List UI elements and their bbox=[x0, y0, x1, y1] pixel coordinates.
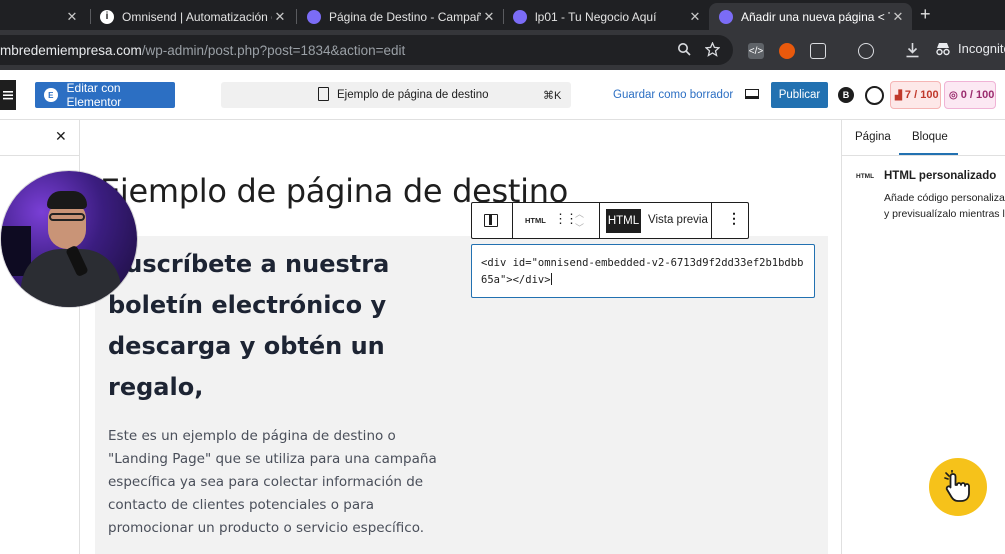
browser-tab-pagina-destino[interactable]: Página de Destino - Campaña ✕ bbox=[307, 3, 497, 30]
bookmark-star-icon[interactable] bbox=[705, 42, 720, 57]
tab-close-icon[interactable]: ✕ bbox=[272, 9, 288, 25]
zoom-icon[interactable] bbox=[677, 42, 691, 56]
tab-close-icon[interactable]: ✕ bbox=[481, 9, 497, 25]
save-draft-button[interactable]: Guardar como borrador bbox=[613, 89, 733, 101]
block-toolbar: HTML ⋮⋮ ︿ ﹀ HTML Vista previa ⋮ bbox=[471, 202, 749, 239]
editor-canvas: Ejemplo de página de destino Suscríbete … bbox=[81, 120, 841, 554]
download-icon[interactable] bbox=[905, 42, 920, 58]
html-block-icon: HTML bbox=[856, 173, 875, 180]
omnisend-plugin-icon[interactable] bbox=[865, 86, 884, 105]
editor-header: E Editar con Elementor Ejemplo de página… bbox=[0, 70, 1005, 120]
browser-tab-strip: ✕ i Omnisend | Automatización d ✕ Página… bbox=[0, 0, 1005, 30]
browser-tab-omnisend[interactable]: i Omnisend | Automatización d ✕ bbox=[100, 3, 288, 30]
editor-menu-button[interactable] bbox=[0, 80, 16, 110]
heading-block[interactable]: Suscríbete a nuestra boletín electrónico… bbox=[108, 244, 428, 408]
readability-score-button[interactable]: ◎ 0 / 100 bbox=[944, 81, 996, 109]
html-block-icon[interactable]: HTML bbox=[525, 216, 546, 225]
html-code-editor[interactable]: <div id="omnisend-embedded-v2-6713d9f2dd… bbox=[471, 244, 815, 298]
wordpress-favicon-icon bbox=[513, 9, 527, 24]
more-options-icon[interactable]: ⋮ bbox=[727, 210, 741, 227]
drag-handle-icon[interactable]: ⋮⋮ bbox=[554, 211, 578, 227]
hamburger-icon bbox=[3, 91, 13, 100]
command-shortcut: ⌘K bbox=[543, 90, 562, 102]
seo-score-button[interactable]: ▟ 7 / 100 bbox=[890, 81, 941, 109]
browser-tab-active[interactable]: Añadir una nueva página < Tu ✕ bbox=[709, 3, 912, 30]
close-panel-icon[interactable]: ✕ bbox=[55, 128, 67, 145]
document-title: Ejemplo de página de destino bbox=[337, 89, 489, 101]
browser-tab-lp01[interactable]: lp01 - Tu Negocio Aquí ✕ bbox=[513, 3, 703, 30]
sidebar-divider bbox=[842, 155, 1005, 156]
sidebar-tab-page[interactable]: Página bbox=[855, 131, 891, 143]
browser-tab-0[interactable]: ✕ bbox=[0, 3, 80, 30]
select-parent-icon[interactable] bbox=[484, 214, 498, 227]
url-text: mbredemiempresa.com/wp-admin/post.php?po… bbox=[0, 42, 406, 58]
sidebar-tab-block[interactable]: Bloque bbox=[912, 131, 948, 143]
toolbar-separator bbox=[711, 203, 712, 238]
incognito-icon bbox=[936, 42, 950, 55]
document-bar[interactable]: Ejemplo de página de destino ⌘K bbox=[221, 82, 571, 108]
tab-separator bbox=[90, 9, 91, 24]
wordpress-favicon-icon bbox=[719, 9, 733, 24]
webcam-overlay bbox=[1, 171, 137, 307]
extensions-puzzle-icon[interactable] bbox=[810, 43, 826, 59]
tab-close-icon[interactable]: ✕ bbox=[890, 9, 906, 25]
move-down-icon[interactable]: ﹀ bbox=[575, 221, 584, 234]
tab-separator bbox=[296, 9, 297, 24]
edit-with-elementor-button[interactable]: E Editar con Elementor bbox=[35, 81, 175, 109]
toolbar-separator bbox=[512, 203, 513, 238]
wordpress-favicon-icon bbox=[307, 9, 321, 24]
paragraph-block[interactable]: Este es un ejemplo de página de destino … bbox=[108, 425, 458, 540]
extension-code-icon[interactable]: </> bbox=[748, 43, 764, 59]
block-card-title: HTML personalizado bbox=[884, 170, 997, 182]
click-indicator bbox=[929, 458, 987, 516]
hand-pointer-icon bbox=[944, 470, 970, 502]
toolbar-separator bbox=[599, 203, 600, 238]
tab-preview[interactable]: Vista previa bbox=[648, 214, 708, 226]
readability-icon: ◎ bbox=[949, 89, 958, 101]
extension-screen-icon[interactable] bbox=[858, 43, 874, 59]
block-plugin-icon[interactable]: B bbox=[838, 87, 854, 103]
new-tab-button[interactable]: + bbox=[920, 4, 931, 25]
incognito-indicator[interactable]: Incognito bbox=[935, 41, 1005, 56]
text-caret bbox=[550, 273, 552, 285]
panel-divider bbox=[0, 155, 80, 156]
preview-device-icon[interactable] bbox=[745, 89, 759, 99]
browser-toolbar: mbredemiempresa.com/wp-admin/post.php?po… bbox=[0, 30, 1005, 70]
address-bar[interactable]: mbredemiempresa.com/wp-admin/post.php?po… bbox=[0, 35, 733, 65]
tab-close-icon[interactable]: ✕ bbox=[64, 9, 80, 25]
omnisend-favicon-icon: i bbox=[100, 9, 114, 24]
block-card-description: Añade código personaliza y previsualízal… bbox=[884, 192, 1005, 220]
publish-button[interactable]: Publicar bbox=[771, 82, 828, 108]
tab-html[interactable]: HTML bbox=[606, 209, 641, 233]
move-up-icon[interactable]: ︿ bbox=[575, 207, 584, 220]
tab-close-icon[interactable]: ✕ bbox=[687, 9, 703, 25]
tab-separator bbox=[503, 9, 504, 24]
document-icon bbox=[318, 87, 329, 101]
presenter-glasses bbox=[49, 213, 85, 221]
seo-chart-icon: ▟ bbox=[895, 89, 902, 100]
presenter-hair bbox=[47, 191, 87, 209]
extension-fox-icon[interactable] bbox=[779, 43, 795, 59]
elementor-icon: E bbox=[44, 88, 58, 102]
